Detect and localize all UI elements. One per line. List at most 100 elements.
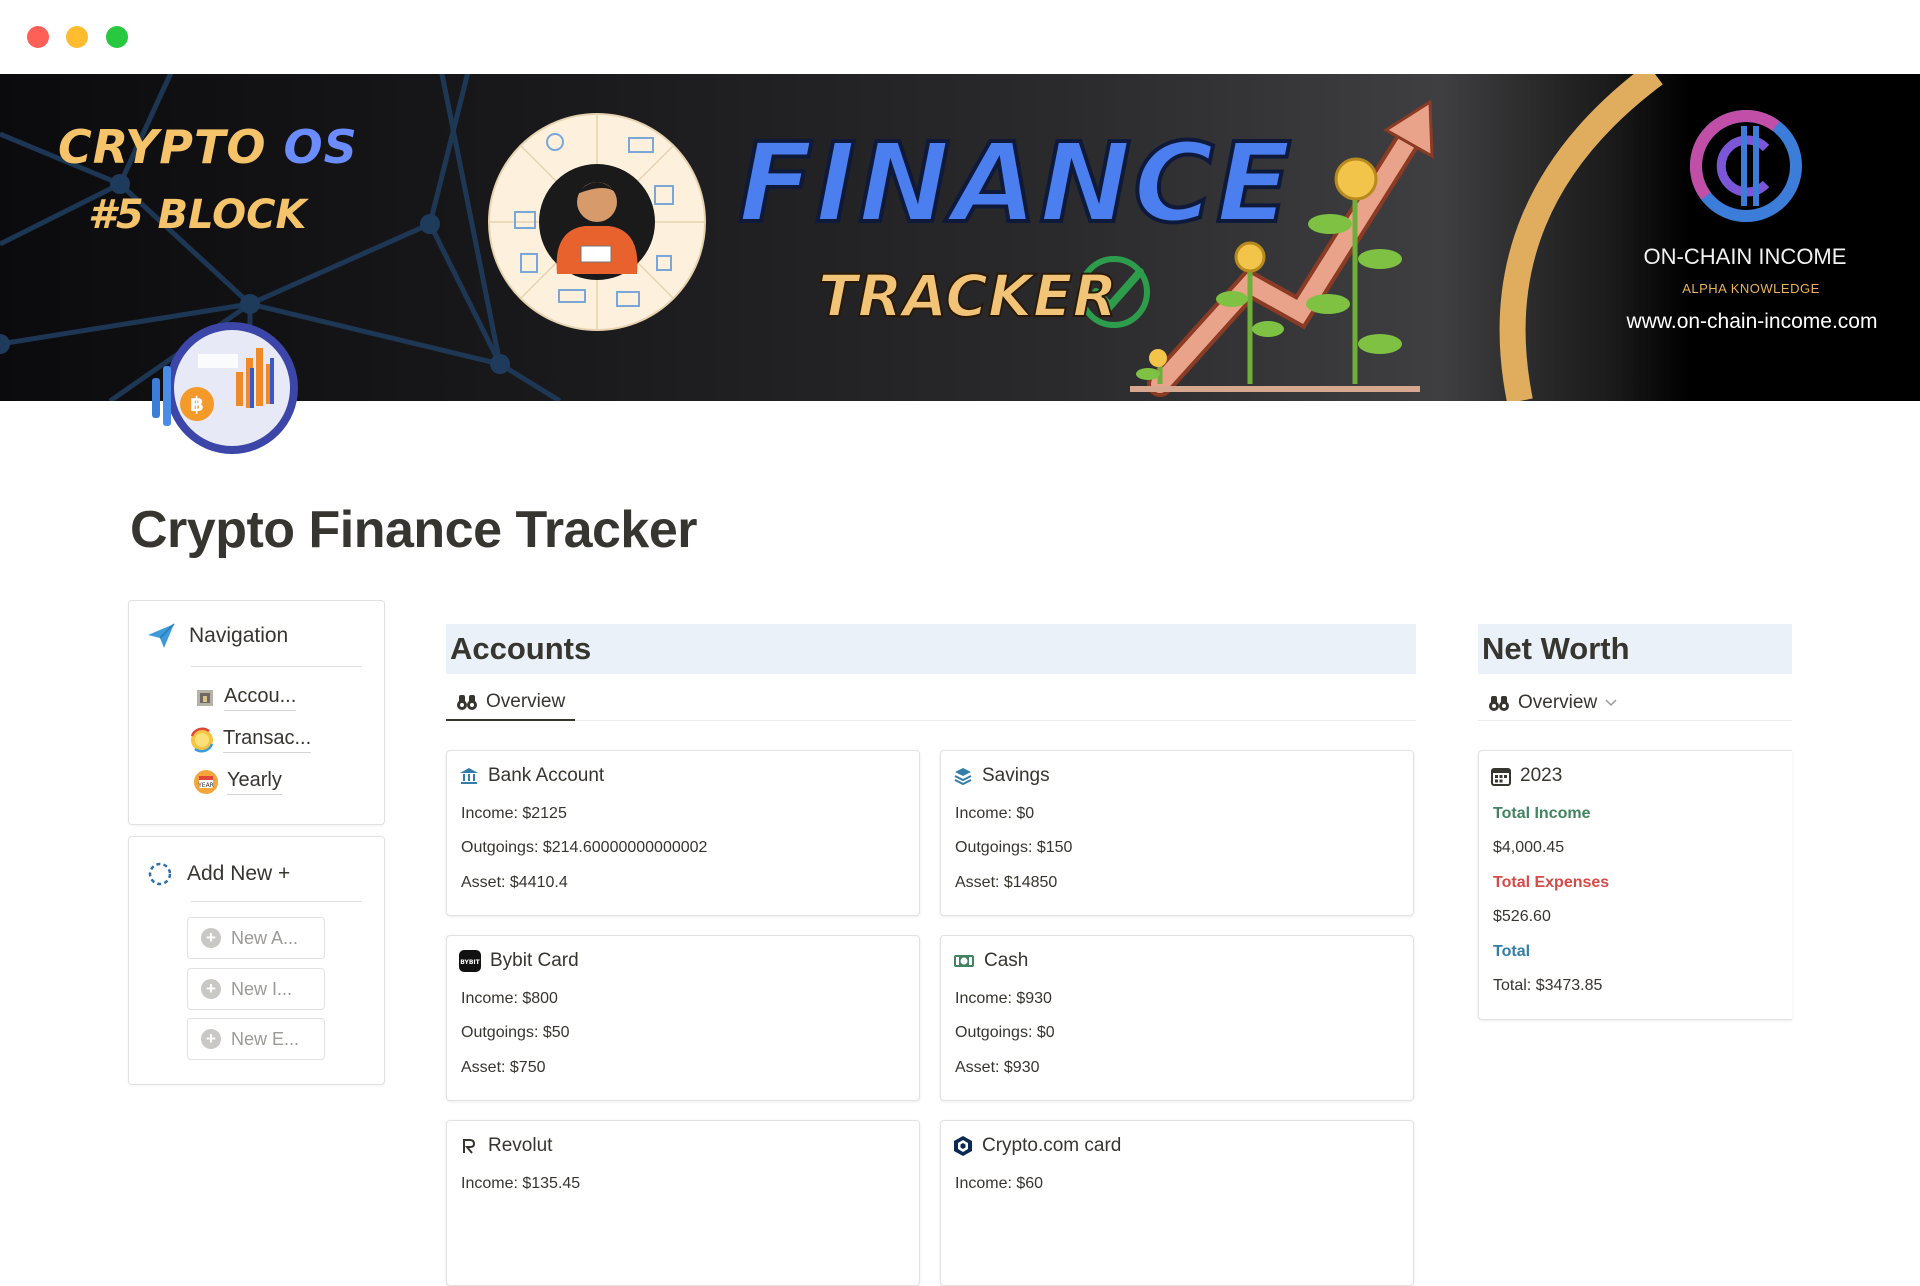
card-income: Income: $60 bbox=[955, 1175, 1044, 1192]
card-name: Bybit Card bbox=[490, 950, 579, 971]
card-name: Bank Account bbox=[488, 765, 605, 786]
card-title: 2023 bbox=[1491, 765, 1562, 787]
nav-item-yearly[interactable]: YEAR Yearly bbox=[193, 769, 282, 795]
svg-text:BYBIT: BYBIT bbox=[460, 959, 480, 966]
account-card-crypto-com[interactable]: Crypto.com card Income: $60 bbox=[940, 1120, 1414, 1286]
add-new-title: Add New + bbox=[187, 862, 291, 885]
navigation-title: Navigation bbox=[189, 624, 289, 647]
person-illustration bbox=[488, 113, 706, 331]
crypto-com-icon bbox=[954, 1136, 972, 1156]
card-name: Revolut bbox=[488, 1135, 553, 1156]
calendar-grid-icon bbox=[1491, 768, 1511, 786]
button-label: New I... bbox=[231, 978, 293, 999]
add-new-panel: Add New + + New A... + New I... + New E.… bbox=[128, 836, 385, 1085]
card-title: Bank Account bbox=[459, 765, 604, 787]
add-new-header: Add New + bbox=[147, 861, 290, 887]
card-title: Savings bbox=[953, 765, 1050, 787]
paper-plane-icon bbox=[148, 623, 175, 648]
bank-building-icon bbox=[197, 690, 213, 706]
plus-circle-icon: + bbox=[201, 1029, 221, 1049]
binoculars-icon bbox=[457, 695, 477, 710]
account-card-bank-account[interactable]: Bank Account Income: $2125 Outgoings: $2… bbox=[446, 750, 920, 916]
account-card-revolut[interactable]: Revolut Income: $135.45 bbox=[446, 1120, 920, 1286]
navigation-divider bbox=[191, 666, 362, 667]
plus-circle-icon: + bbox=[201, 928, 221, 948]
cash-icon bbox=[954, 955, 974, 967]
tab-overview[interactable]: Overview bbox=[446, 685, 576, 721]
total-value: Total: $3473.85 bbox=[1493, 977, 1603, 994]
accounts-view-tabs: Overview bbox=[446, 685, 1416, 721]
card-outgoings: Outgoings: $50 bbox=[461, 1024, 570, 1041]
svg-text:YEAR: YEAR bbox=[197, 782, 214, 789]
nav-item-accounts[interactable]: Accou... bbox=[194, 685, 297, 711]
new-expense-button[interactable]: + New E... bbox=[187, 1018, 325, 1060]
tab-label: Overview bbox=[1518, 692, 1598, 713]
tab-overview-dropdown[interactable]: Overview bbox=[1478, 685, 1627, 721]
card-name: Cash bbox=[984, 950, 1029, 971]
brand-name: ON-CHAIN INCOME bbox=[1643, 244, 1847, 269]
total-income-label: Total Income bbox=[1493, 805, 1591, 822]
accounts-heading: Accounts bbox=[446, 624, 1416, 674]
account-card-savings[interactable]: Savings Income: $0 Outgoings: $150 Asset… bbox=[940, 750, 1414, 916]
new-income-button[interactable]: + New I... bbox=[187, 968, 325, 1010]
card-title: Cash bbox=[953, 950, 1028, 972]
card-outgoings: Outgoings: $214.60000000000002 bbox=[461, 839, 708, 856]
nav-item-label: Accou... bbox=[224, 685, 297, 711]
net-worth-heading: Net Worth bbox=[1478, 624, 1792, 674]
net-worth-card-2023[interactable]: 2023 Total Income $4,000.45 Total Expens… bbox=[1478, 750, 1792, 1020]
banner-crypto-os-text: CRYPTO OS bbox=[58, 120, 358, 174]
button-label: New E... bbox=[231, 1028, 300, 1049]
account-card-cash[interactable]: Cash Income: $930 Outgoings: $0 Asset: $… bbox=[940, 935, 1414, 1101]
card-income: Income: $930 bbox=[955, 990, 1052, 1007]
add-new-divider bbox=[191, 901, 362, 902]
card-asset: Asset: $14850 bbox=[955, 874, 1058, 891]
coin-exchange-icon bbox=[190, 727, 214, 753]
brand-url: www.on-chain-income.com bbox=[1626, 310, 1878, 333]
button-label: New A... bbox=[231, 927, 299, 948]
close-window-button[interactable] bbox=[27, 26, 49, 48]
nav-item-label: Yearly bbox=[227, 769, 282, 795]
svg-text:฿: ฿ bbox=[190, 392, 204, 416]
card-title: Revolut bbox=[459, 1135, 552, 1157]
card-outgoings: Outgoings: $150 bbox=[955, 839, 1073, 856]
bank-icon bbox=[460, 768, 478, 784]
loading-dashed-circle-icon bbox=[148, 862, 172, 886]
minimize-window-button[interactable] bbox=[66, 26, 88, 48]
card-outgoings: Outgoings: $0 bbox=[955, 1024, 1055, 1041]
banner-tracker-text: TRACKER bbox=[817, 261, 1118, 331]
net-worth-view-tabs: Overview bbox=[1478, 685, 1792, 721]
card-title: Crypto.com card bbox=[953, 1135, 1121, 1157]
total-label: Total bbox=[1493, 943, 1531, 960]
banner-block-text: #5 BLOCK bbox=[88, 192, 307, 238]
nav-item-transactions[interactable]: Transac... bbox=[189, 727, 312, 753]
card-title: BYBIT Bybit Card bbox=[459, 950, 579, 972]
navigation-header: Navigation bbox=[147, 623, 288, 649]
navigation-panel: Navigation Accou... Transac... YEAR Year… bbox=[128, 600, 385, 825]
total-income-value: $4,000.45 bbox=[1493, 839, 1565, 856]
gold-arc-decoration bbox=[1499, 74, 1663, 401]
card-name: 2023 bbox=[1520, 765, 1563, 786]
layers-icon bbox=[954, 768, 972, 786]
revolut-icon bbox=[463, 1139, 476, 1154]
new-account-button[interactable]: + New A... bbox=[187, 917, 325, 959]
total-expenses-value: $526.60 bbox=[1493, 908, 1551, 925]
card-name: Crypto.com card bbox=[982, 1135, 1122, 1156]
card-income: Income: $2125 bbox=[461, 805, 567, 822]
calendar-icon: YEAR bbox=[194, 770, 218, 794]
card-income: Income: $800 bbox=[461, 990, 558, 1007]
brand-tagline: ALPHA KNOWLEDGE bbox=[1682, 281, 1820, 296]
on-chain-income-logo bbox=[1690, 110, 1802, 222]
card-asset: Asset: $4410.4 bbox=[461, 874, 568, 891]
account-card-bybit-card[interactable]: BYBIT Bybit Card Income: $800 Outgoings:… bbox=[446, 935, 920, 1101]
window-titlebar bbox=[0, 0, 1920, 74]
page-title: Crypto Finance Tracker bbox=[130, 501, 698, 559]
page-icon[interactable]: ฿ bbox=[150, 318, 300, 458]
nav-item-label: Transac... bbox=[223, 727, 312, 753]
card-income: Income: $135.45 bbox=[461, 1175, 581, 1192]
chevron-down-icon bbox=[1605, 699, 1617, 707]
maximize-window-button[interactable] bbox=[106, 26, 128, 48]
banner-finance-text: FINANCE bbox=[736, 119, 1294, 247]
card-asset: Asset: $930 bbox=[955, 1059, 1040, 1076]
tab-label: Overview bbox=[486, 691, 566, 712]
total-expenses-label: Total Expenses bbox=[1493, 874, 1610, 891]
